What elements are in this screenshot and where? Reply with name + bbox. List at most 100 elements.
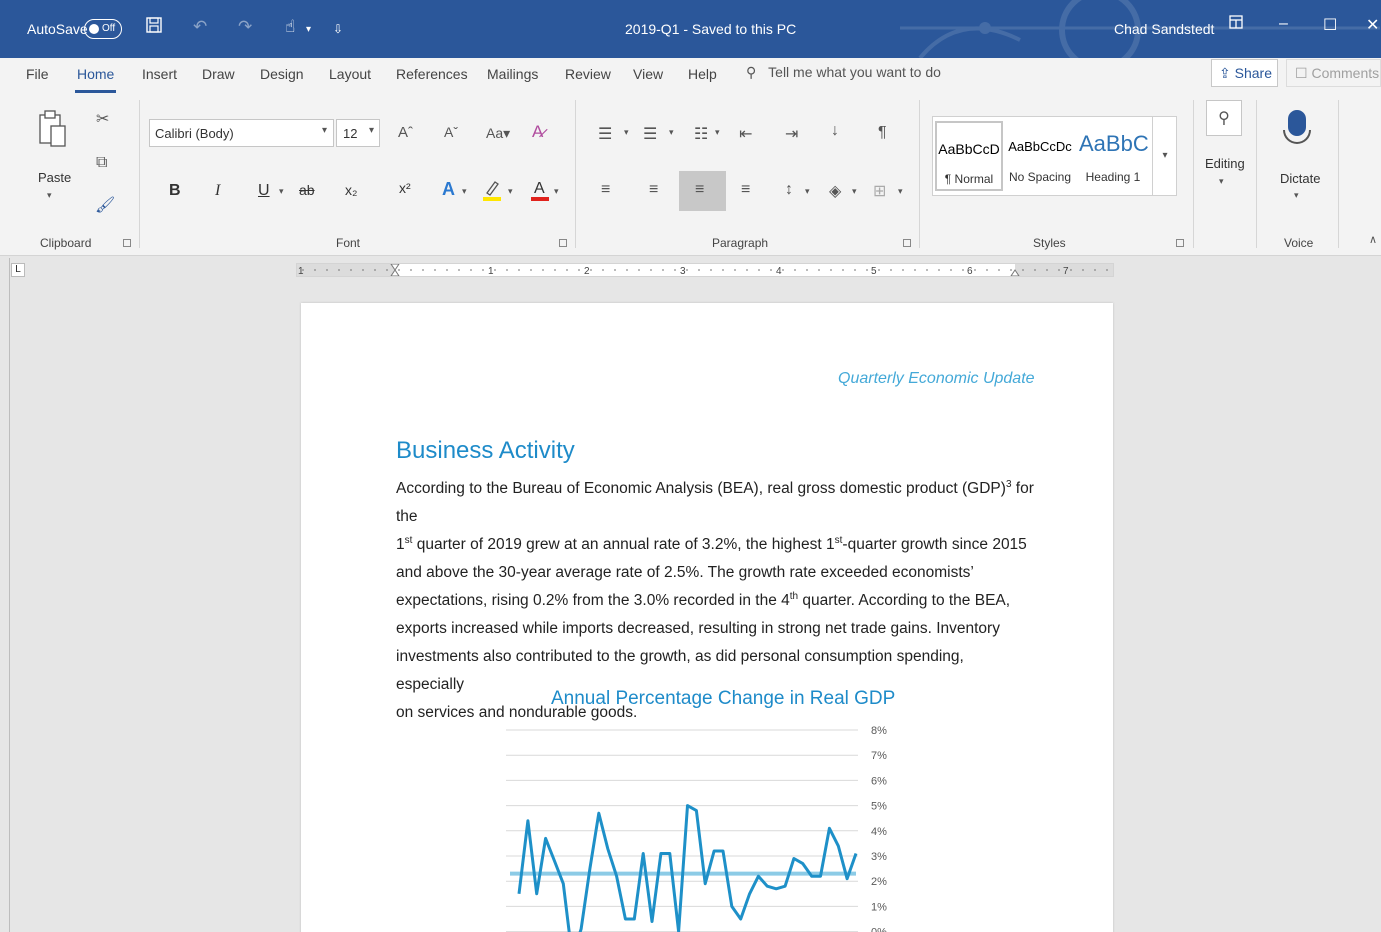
- redo-icon[interactable]: ↷: [238, 17, 252, 37]
- tab-home[interactable]: Home: [74, 66, 117, 93]
- format-painter-icon[interactable]: 🖌: [95, 195, 115, 215]
- undo-icon[interactable]: ↶: [193, 17, 207, 37]
- superscript-icon[interactable]: x²: [399, 180, 411, 196]
- decrease-indent-icon[interactable]: ⇤: [739, 124, 752, 144]
- cut-icon[interactable]: ✂: [96, 109, 109, 129]
- hanging-indent-marker: [390, 269, 400, 276]
- tab-file[interactable]: File: [26, 66, 49, 82]
- borders-dropdown-icon[interactable]: ▾: [898, 186, 903, 197]
- highlight-dropdown-icon[interactable]: ▾: [508, 186, 513, 197]
- tab-references[interactable]: References: [396, 66, 468, 82]
- increase-indent-icon[interactable]: ⇥: [785, 124, 798, 144]
- font-group-label: Font: [336, 236, 361, 250]
- tab-view[interactable]: View: [633, 66, 663, 82]
- body-line: exports increased while imports decrease…: [396, 615, 1036, 643]
- styles-launcher-icon[interactable]: [1176, 239, 1184, 247]
- change-case-button[interactable]: Aa▾: [486, 125, 510, 142]
- font-launcher-icon[interactable]: [559, 239, 567, 247]
- restore-icon[interactable]: ☐: [1323, 15, 1337, 35]
- subscript-icon[interactable]: x₂: [345, 182, 357, 198]
- shading-dropdown-icon[interactable]: ▾: [852, 186, 857, 197]
- tab-selector-icon[interactable]: L: [11, 263, 25, 277]
- clear-formatting-icon[interactable]: A̷: [532, 122, 543, 142]
- font-size-select[interactable]: 12: [336, 119, 380, 147]
- borders-icon[interactable]: ⊞: [873, 181, 886, 201]
- tab-review[interactable]: Review: [565, 66, 611, 82]
- customize-qat-icon[interactable]: ⇩: [333, 22, 343, 36]
- paste-label[interactable]: Paste: [38, 170, 71, 185]
- underline-icon[interactable]: U: [258, 182, 270, 200]
- numbering-dropdown-icon[interactable]: ▾: [669, 127, 674, 138]
- multilevel-list-icon[interactable]: ☷: [694, 124, 708, 144]
- shading-icon[interactable]: ◈: [829, 181, 841, 201]
- y-tick-label: 8%: [871, 725, 887, 737]
- tab-design[interactable]: Design: [260, 66, 304, 82]
- ribbon-display-icon[interactable]: [1229, 15, 1243, 34]
- styles-more-button[interactable]: ▾: [1152, 116, 1177, 196]
- text-effects-dropdown-icon[interactable]: ▾: [462, 186, 467, 197]
- tab-mailings[interactable]: Mailings: [487, 66, 538, 82]
- align-right-icon[interactable]: ≡: [695, 181, 704, 199]
- share-button[interactable]: ⇪ Share: [1211, 59, 1278, 87]
- justify-icon[interactable]: ≡: [741, 181, 750, 199]
- close-icon[interactable]: ✕: [1366, 15, 1379, 35]
- comments-button[interactable]: ☐ Comments: [1286, 59, 1381, 87]
- autosave-toggle[interactable]: Off: [84, 19, 122, 39]
- grow-font-icon[interactable]: Aˆ: [398, 124, 413, 141]
- user-name[interactable]: Chad Sandstedt: [1114, 21, 1214, 37]
- touch-mode-icon[interactable]: ☝: [285, 17, 295, 37]
- clipboard-launcher-icon[interactable]: [123, 239, 131, 247]
- share-icon: ⇪: [1219, 65, 1231, 81]
- font-color-dropdown-icon[interactable]: ▾: [554, 186, 559, 197]
- tab-draw[interactable]: Draw: [202, 66, 235, 82]
- highlight-icon[interactable]: [483, 179, 501, 206]
- tab-insert[interactable]: Insert: [142, 66, 177, 82]
- dictate-dropdown-icon[interactable]: ▾: [1294, 190, 1299, 201]
- horizontal-ruler[interactable]: 1 1 2 3 4 5 6 7: [296, 263, 1114, 277]
- copy-icon[interactable]: ⧉: [96, 154, 107, 172]
- tab-layout[interactable]: Layout: [329, 66, 371, 82]
- line-spacing-dropdown-icon[interactable]: ▾: [805, 186, 810, 197]
- save-icon[interactable]: [146, 17, 162, 38]
- group-separator: [1256, 100, 1257, 248]
- text-run: 1: [396, 536, 405, 553]
- style-preview: AaBbCcD: [938, 141, 1000, 157]
- align-left-icon[interactable]: ≡: [601, 181, 610, 199]
- touch-mode-dropdown-icon[interactable]: ▾: [306, 24, 311, 35]
- style-normal[interactable]: AaBbCcD ¶ Normal: [935, 121, 1003, 191]
- sort-icon[interactable]: ↓: [831, 122, 839, 140]
- gdp-series-line: [517, 804, 858, 932]
- minimize-icon[interactable]: –: [1279, 15, 1288, 33]
- collapse-ribbon-icon[interactable]: ∧: [1369, 233, 1377, 246]
- editing-dropdown-icon[interactable]: ▾: [1219, 176, 1224, 187]
- font-color-icon[interactable]: A: [531, 178, 549, 207]
- tell-me-box[interactable]: ⚲ Tell me what you want to do: [746, 64, 941, 81]
- style-heading-1[interactable]: AaBbC Heading 1: [1079, 121, 1149, 191]
- tab-help[interactable]: Help: [688, 66, 717, 82]
- font-name-select[interactable]: Calibri (Body): [149, 119, 334, 147]
- paste-icon[interactable]: [38, 110, 68, 153]
- underline-dropdown-icon[interactable]: ▾: [279, 186, 284, 197]
- show-formatting-icon[interactable]: ¶: [878, 124, 887, 142]
- multilevel-dropdown-icon[interactable]: ▾: [715, 127, 720, 138]
- numbering-icon[interactable]: ☰: [643, 124, 657, 144]
- bullets-icon[interactable]: ☰: [598, 124, 612, 144]
- bold-icon[interactable]: B: [169, 182, 181, 200]
- strikethrough-icon[interactable]: ab: [299, 182, 315, 198]
- shrink-font-icon[interactable]: Aˇ: [444, 124, 458, 140]
- y-tick-label: 2%: [871, 876, 887, 888]
- editing-label[interactable]: Editing: [1205, 156, 1245, 171]
- line-spacing-icon[interactable]: ↕: [785, 181, 793, 199]
- text-effects-icon[interactable]: A: [442, 179, 455, 200]
- align-center-icon[interactable]: ≡: [649, 181, 658, 199]
- italic-icon[interactable]: I: [215, 182, 220, 200]
- paragraph-launcher-icon[interactable]: [903, 239, 911, 247]
- editing-button[interactable]: ⚲: [1206, 100, 1242, 136]
- y-tick-label: 6%: [871, 775, 887, 787]
- y-tick-label: 7%: [871, 750, 887, 762]
- style-no-spacing[interactable]: AaBbCcDc No Spacing: [1006, 121, 1074, 191]
- paste-dropdown-icon[interactable]: ▾: [47, 190, 52, 201]
- dictate-label[interactable]: Dictate: [1280, 171, 1320, 186]
- bullets-dropdown-icon[interactable]: ▾: [624, 127, 629, 138]
- gdp-line-chart[interactable]: 8% 7% 6% 5% 4% 3% 2% 1% 0%: [498, 718, 908, 932]
